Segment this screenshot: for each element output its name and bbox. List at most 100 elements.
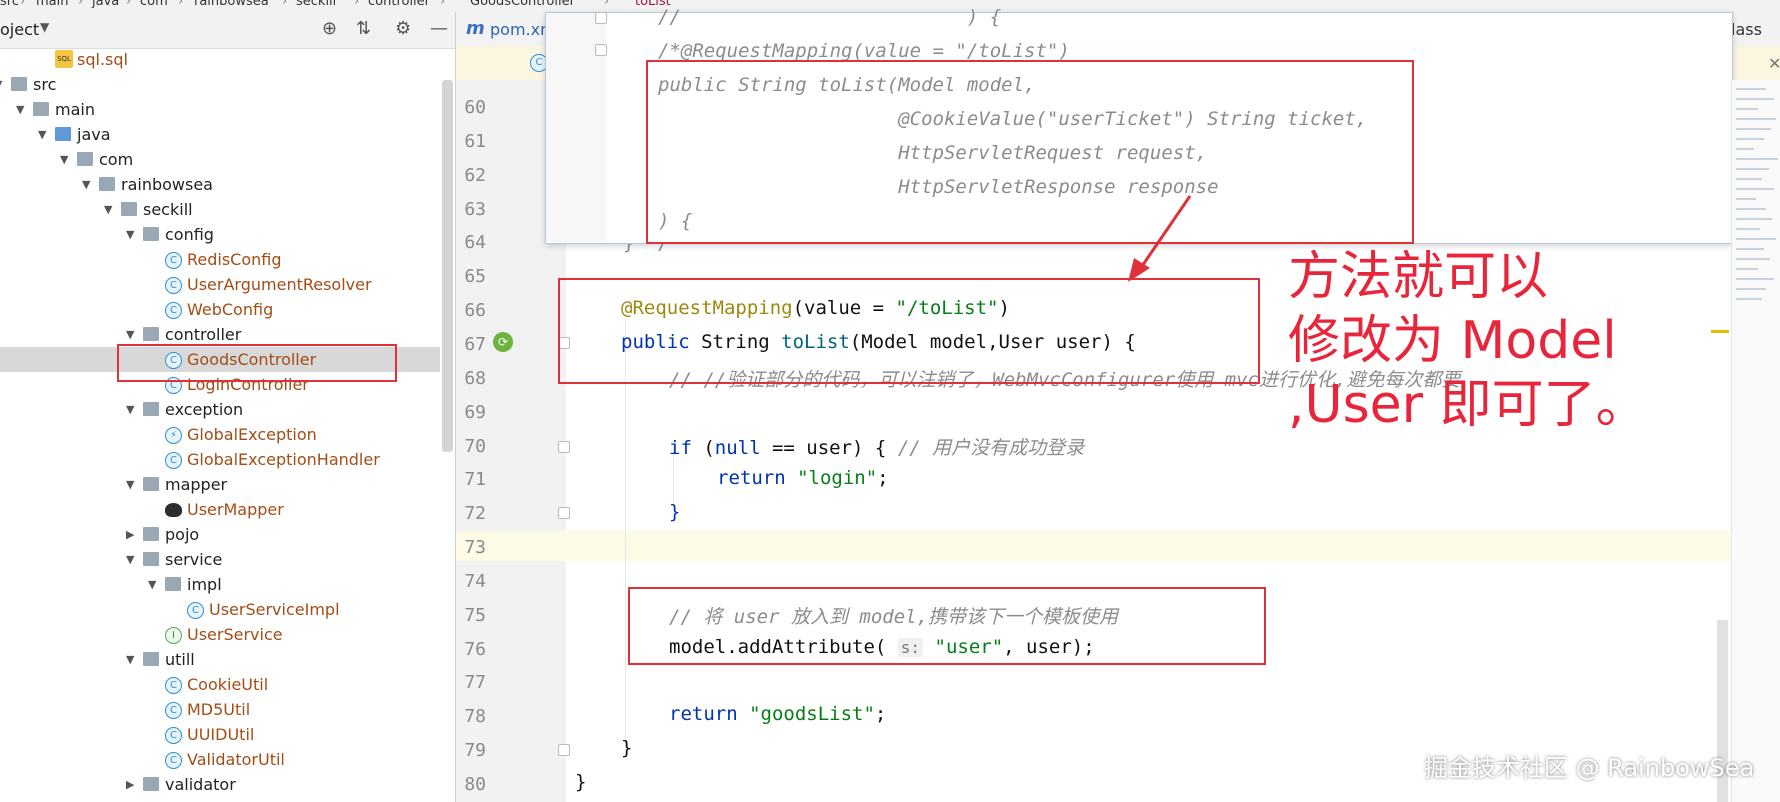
minimize-icon[interactable]: — — [430, 18, 448, 39]
chevron-right-icon[interactable]: ▶ — [126, 772, 138, 797]
tree-item-validator[interactable]: ▶ validator — [0, 772, 440, 797]
chevron-down-icon[interactable]: ▼ — [104, 197, 116, 222]
tree-item-label: sql.sql — [77, 50, 128, 69]
breadcrumb-separator: › — [604, 0, 610, 9]
tree-item-rainbowsea[interactable]: ▼ rainbowsea — [0, 172, 440, 197]
tree-item-cookieutil[interactable]: C CookieUtil — [0, 672, 440, 697]
tree-item-utill[interactable]: ▼ utill — [0, 647, 440, 672]
line-number: 68 — [464, 367, 486, 389]
chevron-down-icon[interactable]: ▼ — [126, 547, 138, 572]
tree-item-userserviceimpl[interactable]: C UserServiceImpl — [0, 597, 440, 622]
crosshair-icon[interactable]: ⊕ — [322, 18, 337, 39]
tree-item-usermapper[interactable]: UserMapper — [0, 497, 440, 522]
class-icon: C — [165, 677, 182, 694]
code-line-72: } — [669, 501, 681, 523]
class-icon: C — [187, 602, 204, 619]
gear-icon[interactable]: ⚙ — [395, 18, 411, 39]
fold-marker[interactable] — [558, 441, 570, 453]
spring-mapping-icon[interactable]: ⟳ — [493, 332, 513, 352]
minimap[interactable] — [1731, 80, 1780, 802]
tree-item-seckill[interactable]: ▼ seckill — [0, 197, 440, 222]
chevron-down-icon[interactable]: ▼ — [126, 397, 138, 422]
tree-item-redisconfig[interactable]: C RedisConfig — [0, 247, 440, 272]
tree-item-label: com — [99, 150, 134, 169]
fold-marker[interactable] — [558, 507, 570, 519]
tree-item-userargumentresolver[interactable]: C UserArgumentResolver — [0, 272, 440, 297]
tree-item-label: seckill — [143, 200, 193, 219]
minimap-line — [1736, 178, 1762, 180]
folder-icon — [165, 577, 181, 591]
breadcrumb-item[interactable]: main — [36, 0, 68, 9]
tab-class-fragment[interactable]: lass — [1731, 20, 1762, 39]
minimap-line — [1736, 248, 1764, 250]
tree-item-sql.sql[interactable]: SQL sql.sql — [0, 47, 440, 72]
string-token: "login" — [785, 467, 878, 489]
tree-item-webconfig[interactable]: C WebConfig — [0, 297, 440, 322]
breadcrumb-item[interactable]: java — [92, 0, 119, 9]
warning-marker[interactable] — [1711, 330, 1729, 333]
chevron-down-icon[interactable]: ▼ — [148, 572, 160, 597]
chevron-down-icon[interactable]: ▼ — [126, 472, 138, 497]
exception-class-icon: ⚡ — [165, 427, 182, 444]
line-number: 75 — [464, 604, 486, 626]
collapse-all-icon[interactable]: ⇅ — [356, 18, 371, 39]
fold-marker[interactable] — [595, 12, 607, 24]
tree-item-src[interactable]: ▼ src — [0, 72, 440, 97]
chevron-down-icon[interactable]: ▼ — [38, 122, 50, 147]
breadcrumb-item[interactable]: com — [140, 0, 168, 9]
folder-icon — [143, 327, 159, 341]
tree-item-label: UserService — [187, 625, 283, 644]
tree-item-label: main — [55, 100, 95, 119]
tree-item-mapper[interactable]: ▼ mapper — [0, 472, 440, 497]
project-panel-scrollbar[interactable] — [442, 80, 453, 452]
tree-item-main[interactable]: ▼ main — [0, 97, 440, 122]
chevron-down-icon[interactable]: ▼ — [82, 172, 94, 197]
line-number: 71 — [464, 469, 486, 491]
project-panel-title[interactable]: oject — [0, 20, 39, 39]
chevron-down-icon[interactable]: ▼ — [60, 147, 72, 172]
fold-marker[interactable] — [558, 744, 570, 756]
chevron-down-icon[interactable]: ▼ — [126, 647, 138, 672]
comment-token: // 用户没有成功登录 — [897, 437, 1085, 459]
tree-item-exception[interactable]: ▼ exception — [0, 397, 440, 422]
tree-item-pojo[interactable]: ▶ pojo — [0, 522, 440, 547]
chevron-down-icon[interactable]: ▼ — [16, 97, 28, 122]
breadcrumb-item[interactable]: seckill — [296, 0, 336, 9]
chevron-down-icon[interactable]: ▼ — [40, 20, 49, 34]
breadcrumb-item[interactable]: GoodsController — [470, 0, 575, 9]
tree-item-label: src — [33, 75, 57, 94]
close-icon[interactable]: ✕ — [1768, 54, 1780, 73]
minimap-line — [1736, 148, 1754, 150]
chevron-down-icon[interactable]: ▼ — [0, 72, 6, 97]
class-icon: C — [165, 252, 182, 269]
chevron-down-icon[interactable]: ▼ — [126, 222, 138, 247]
line-number: 78 — [464, 706, 486, 728]
breadcrumb-separator: › — [282, 0, 288, 9]
fold-marker[interactable] — [595, 44, 607, 56]
tree-item-globalexception[interactable]: ⚡ GlobalException — [0, 422, 440, 447]
folder-icon — [143, 477, 159, 491]
tree-item-validatorutil[interactable]: C ValidatorUtil — [0, 747, 440, 772]
breadcrumb-separator: › — [440, 0, 446, 9]
tree-item-service[interactable]: ▼ service — [0, 547, 440, 572]
tree-item-label: UserArgumentResolver — [187, 275, 372, 294]
tree-item-globalexceptionhandler[interactable]: C GlobalExceptionHandler — [0, 447, 440, 472]
tree-item-com[interactable]: ▼ com — [0, 147, 440, 172]
breadcrumb-item[interactable]: rainbowsea — [194, 0, 269, 9]
breadcrumb-item[interactable]: controller — [368, 0, 430, 9]
chevron-right-icon[interactable]: ▶ — [126, 522, 138, 547]
breadcrumb-item[interactable]: src — [0, 0, 19, 9]
code-line-70: if (null == user) { // 用户没有成功登录 — [669, 433, 1084, 460]
string-token: "goodsList" — [737, 703, 875, 725]
tree-item-uuidutil[interactable]: C UUIDUtil — [0, 722, 440, 747]
minimap-line — [1736, 168, 1769, 170]
line-number: 74 — [464, 570, 486, 592]
tree-item-impl[interactable]: ▼ impl — [0, 572, 440, 597]
tree-item-label: GlobalExceptionHandler — [187, 450, 380, 469]
tree-item-config[interactable]: ▼ config — [0, 222, 440, 247]
breadcrumb-separator: › — [178, 0, 184, 9]
highlight-box-goodscontroller — [117, 344, 397, 382]
tree-item-java[interactable]: ▼ java — [0, 122, 440, 147]
tree-item-userservice[interactable]: I UserService — [0, 622, 440, 647]
tree-item-md5util[interactable]: C MD5Util — [0, 697, 440, 722]
